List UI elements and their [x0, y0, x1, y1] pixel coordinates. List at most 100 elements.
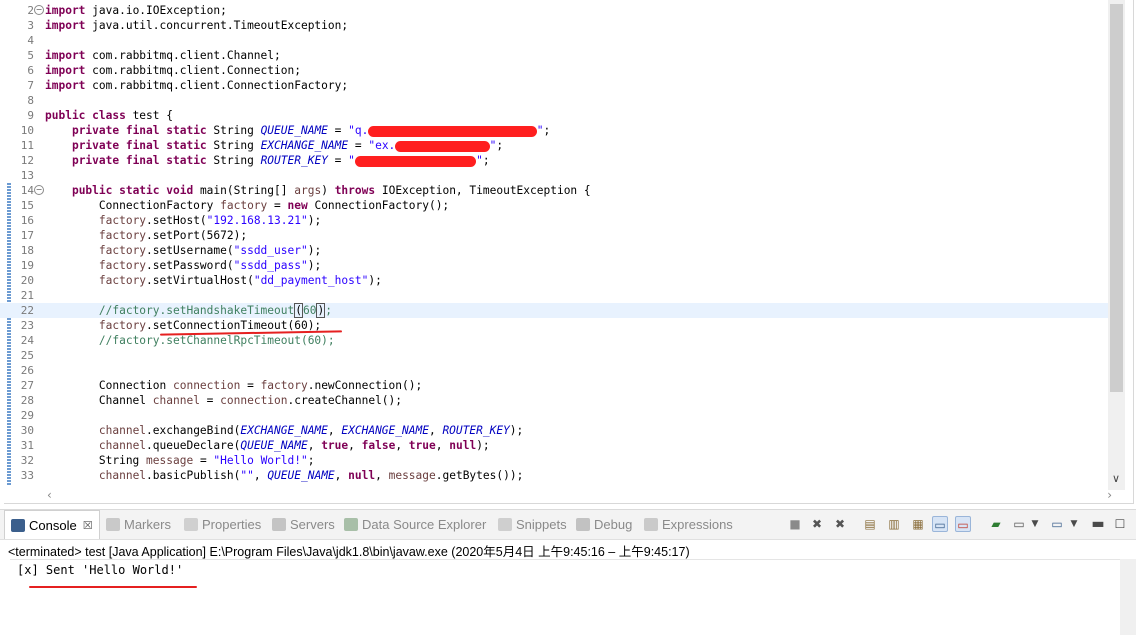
code-line[interactable]: 26 — [0, 363, 1108, 378]
code-editor[interactable]: 2− import java.io.IOException; 3 import jav… — [0, 0, 1136, 505]
tab-expressions[interactable]: Expressions — [644, 510, 733, 539]
code-line[interactable]: 27 Connection connection = factory.newCo… — [0, 378, 1108, 393]
close-icon[interactable]: ☒ — [83, 519, 93, 532]
scroll-lock-icon[interactable]: ▥ — [886, 516, 902, 532]
code-token: test { — [125, 109, 173, 122]
code-token: , — [428, 424, 443, 437]
tab-data-source-explorer[interactable]: Data Source Explorer — [344, 510, 486, 539]
code-token: .queueDeclare( — [146, 439, 241, 452]
line-number: 14 — [20, 184, 34, 197]
code-line[interactable]: 10 private final static String QUEUE_NAM… — [0, 123, 1108, 138]
code-line[interactable]: 15 ConnectionFactory factory = new Conne… — [0, 198, 1108, 213]
code-token: new — [287, 199, 308, 212]
code-token: .setConnectionTimeout(60); — [146, 319, 322, 332]
code-line[interactable]: 17 factory.setPort(5672); — [0, 228, 1108, 243]
code-token: false — [361, 439, 396, 452]
code-line[interactable]: 8 — [0, 93, 1108, 108]
tab-debug[interactable]: Debug — [576, 510, 632, 539]
code-token: ); — [307, 214, 322, 227]
open-console-dropdown-icon[interactable]: ▼ — [1069, 516, 1079, 532]
code-token: "ssdd_pass" — [233, 259, 308, 272]
line-number: 18 — [20, 244, 34, 257]
red-annotation-underline-console — [29, 586, 197, 588]
tab-label: Snippets — [516, 517, 567, 532]
word-wrap-icon[interactable]: ▦ — [910, 516, 926, 532]
code-token: , — [395, 439, 409, 452]
code-line[interactable]: 32 String message = "Hello World!"; — [0, 453, 1108, 468]
code-line[interactable]: 6 import com.rabbitmq.client.Connection; — [0, 63, 1108, 78]
code-token: factory — [98, 214, 147, 227]
code-line[interactable]: 18 factory.setUsername("ssdd_user"); — [0, 243, 1108, 258]
code-line[interactable]: 22 //factory.setHandshakeTimeout(60); — [0, 303, 1108, 318]
code-line[interactable]: 5 import com.rabbitmq.client.Channel; — [0, 48, 1108, 63]
code-line[interactable]: 25 — [0, 348, 1108, 363]
code-token: ConnectionFactory — [45, 199, 221, 212]
code-line[interactable]: 14− public static void main(String[] arg… — [0, 183, 1108, 198]
code-line[interactable]: 19 factory.setPassword("ssdd_pass"); — [0, 258, 1108, 273]
scroll-right-arrow-icon[interactable]: › — [1107, 488, 1112, 502]
code-line[interactable]: 20 factory.setVirtualHost("dd_payment_ho… — [0, 273, 1108, 288]
console-vertical-scrollbar[interactable] — [1120, 559, 1136, 635]
code-line[interactable]: 16 factory.setHost("192.168.13.21"); — [0, 213, 1108, 228]
clear-console-icon[interactable]: ▤ — [862, 516, 878, 532]
tab-label: Console — [29, 517, 77, 533]
code-line[interactable]: 12 private final static String ROUTER_KE… — [0, 153, 1108, 168]
fold-toggle-icon[interactable]: − — [34, 185, 44, 195]
code-line[interactable]: 30 channel.exchangeBind(EXCHANGE_NAME, E… — [0, 423, 1108, 438]
code-token: , — [307, 439, 322, 452]
code-line[interactable]: 3 import java.util.concurrent.TimeoutExce… — [0, 18, 1108, 33]
tab-servers[interactable]: Servers — [272, 510, 335, 539]
line-number: 26 — [20, 364, 34, 377]
code-line[interactable]: 33 channel.basicPublish("", QUEUE_NAME, … — [0, 468, 1108, 483]
tab-properties[interactable]: Properties — [184, 510, 261, 539]
code-token: com.rabbitmq.client.Connection; — [85, 64, 301, 77]
remove-launch-icon[interactable]: ✖ — [809, 516, 825, 532]
code-line[interactable]: 23 factory.setConnectionTimeout(60); — [0, 318, 1108, 333]
show-on-stdout-icon[interactable]: ▭ — [932, 516, 948, 532]
maximize-icon[interactable]: ☐ — [1112, 516, 1128, 532]
code-line[interactable]: 28 Channel channel = connection.createCh… — [0, 393, 1108, 408]
code-line[interactable]: 21 — [0, 288, 1108, 303]
remove-all-terminated-icon[interactable]: ✖ — [832, 516, 848, 532]
tab-console[interactable]: Console ☒ — [4, 510, 100, 539]
editor-scroll-thumb[interactable] — [1110, 4, 1123, 392]
code-token: Channel — [45, 394, 153, 407]
editor-horizontal-scrollbar[interactable]: ‹ › — [45, 488, 1112, 503]
pin-console-icon[interactable]: ▰ — [988, 516, 1004, 532]
console-output[interactable]: [x] Sent 'Hello World!' — [10, 559, 1120, 632]
code-line[interactable]: 11 private final static String EXCHANGE_… — [0, 138, 1108, 153]
code-token: ; — [482, 154, 490, 167]
tab-label: Expressions — [662, 517, 733, 532]
line-number: 10 — [20, 124, 34, 137]
show-on-stderr-icon[interactable]: ▭ — [955, 516, 971, 532]
code-line[interactable]: 7 import com.rabbitmq.client.ConnectionFa… — [0, 78, 1108, 93]
code-token: = — [348, 139, 369, 152]
minimize-icon[interactable]: ▬ — [1090, 516, 1106, 532]
tab-snippets[interactable]: Snippets — [498, 510, 567, 539]
code-line[interactable]: 13 — [0, 168, 1108, 183]
code-line[interactable]: 29 — [0, 408, 1108, 423]
code-token: factory — [98, 244, 147, 257]
code-line[interactable]: 9 public class test { — [0, 108, 1108, 123]
code-token: QUEUE_NAME — [267, 469, 335, 482]
display-console-dropdown-icon[interactable]: ▼ — [1030, 516, 1040, 532]
code-line[interactable]: 4 — [0, 33, 1108, 48]
code-token: null — [348, 469, 376, 482]
code-line[interactable]: 2− import java.io.IOException; — [0, 3, 1108, 18]
scroll-left-arrow-icon[interactable]: ‹ — [47, 488, 52, 502]
code-token: "dd_payment_host" — [253, 274, 369, 287]
open-console-icon[interactable]: ▭ — [1049, 516, 1065, 532]
code-line[interactable]: 31 channel.queueDeclare(QUEUE_NAME, true… — [0, 438, 1108, 453]
terminate-icon[interactable]: ■ — [787, 516, 803, 532]
code-text: //factory.setHandshakeTimeout(60); — [45, 303, 332, 318]
code-text: Connection connection = factory.newConne… — [45, 378, 422, 393]
tab-markers[interactable]: Markers — [106, 510, 171, 539]
scroll-down-arrow-icon[interactable]: ∨ — [1112, 472, 1120, 485]
code-text: //factory.setChannelRpcTimeout(60); — [45, 333, 335, 348]
fold-toggle-icon[interactable]: − — [34, 5, 44, 15]
line-number: 22 — [20, 304, 34, 317]
editor-vertical-scrollbar[interactable]: ∨ — [1108, 0, 1125, 490]
display-console-icon[interactable]: ▭ — [1011, 516, 1027, 532]
